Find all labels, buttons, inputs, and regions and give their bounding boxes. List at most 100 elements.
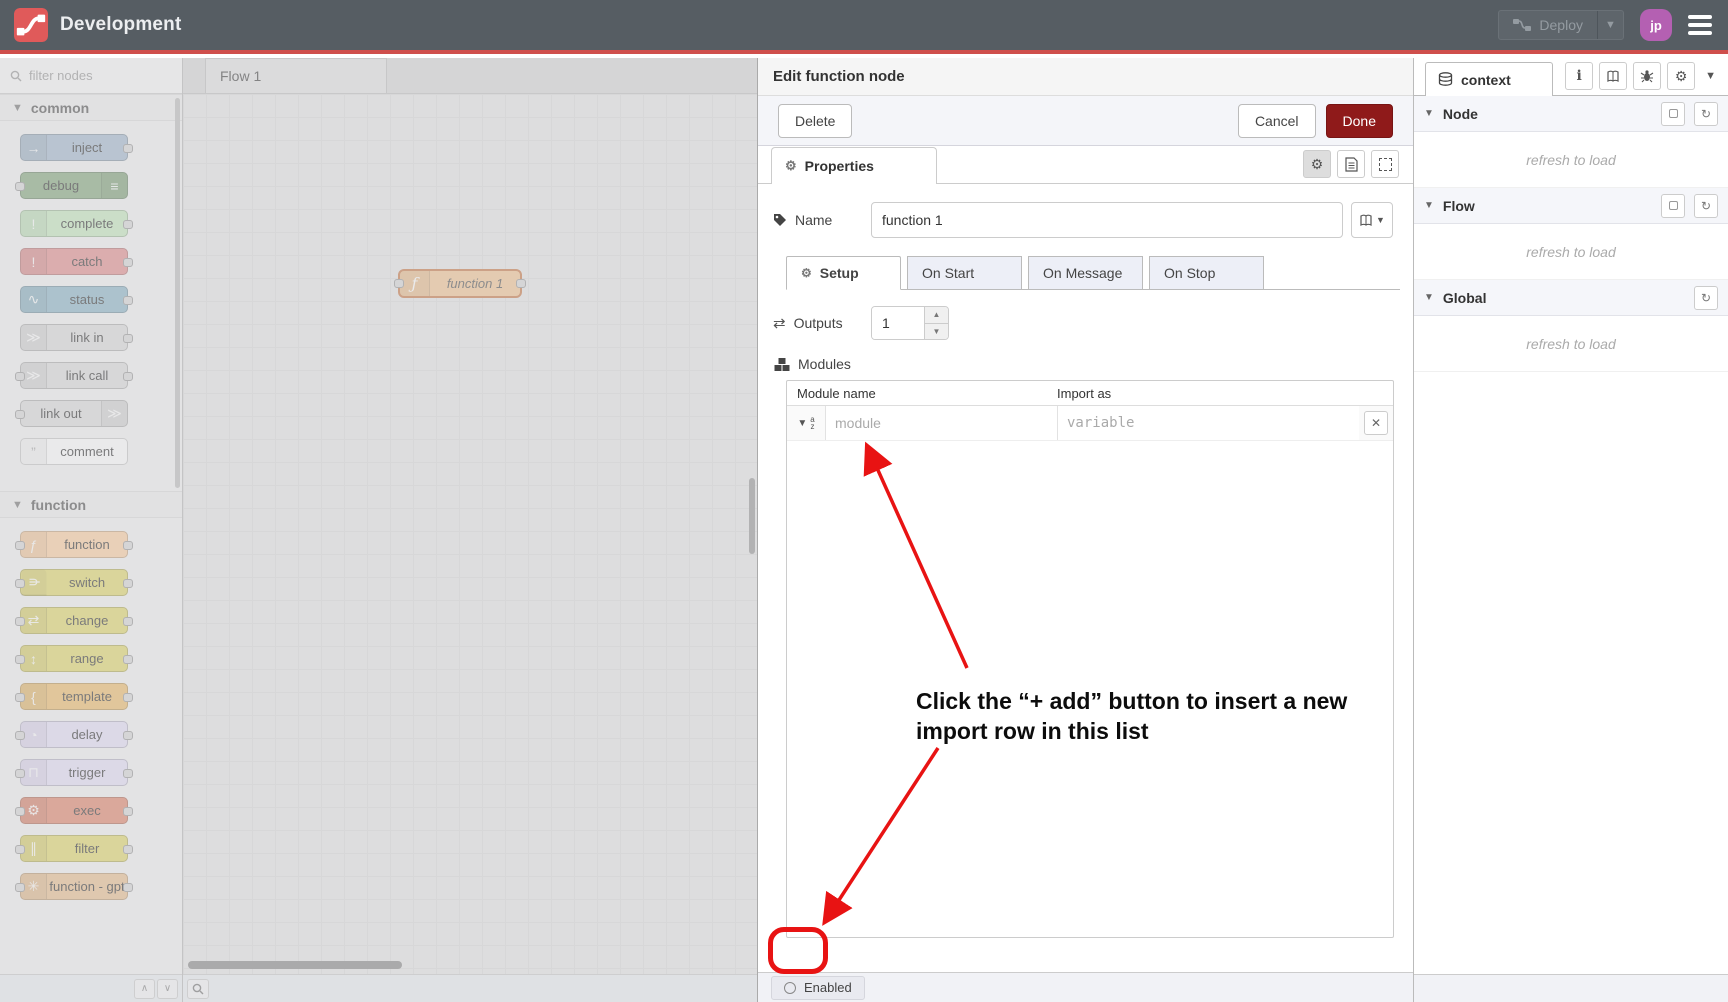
user-avatar[interactable]: jp <box>1640 9 1672 41</box>
stepper-up-button[interactable]: ▲ <box>925 307 948 324</box>
tray-title: Edit function node <box>758 58 1413 96</box>
palette-node-function-gpt[interactable]: ✳function - gpt <box>20 873 128 900</box>
refresh-icon[interactable]: ↻ <box>1694 286 1718 310</box>
flow-canvas[interactable]: Flow 1 ƒ function 1 <box>183 58 757 1002</box>
row-drag-handle[interactable]: ▼ az <box>787 406 825 440</box>
caret-down-icon: ▼ <box>797 418 807 429</box>
chevron-down-icon[interactable]: ▼ <box>1424 200 1434 211</box>
node-description-button[interactable] <box>1337 150 1365 178</box>
delete-button[interactable]: Delete <box>778 104 852 138</box>
palette-node-link-out[interactable]: ≫link out <box>20 400 128 427</box>
tab-on-start[interactable]: On Start <box>907 256 1022 290</box>
sort-az-icon: az <box>810 416 814 430</box>
outputs-row: ⇄ Outputs 1 ▲ ▼ <box>773 306 1393 340</box>
palette-node-complete[interactable]: !complete <box>20 210 128 237</box>
palette-node-function[interactable]: ƒfunction <box>20 531 128 558</box>
chevron-down-icon: ▼ <box>12 102 23 114</box>
tab-properties[interactable]: ⚙ Properties <box>771 147 937 184</box>
workspace-title: Development <box>60 14 182 36</box>
node-settings-button[interactable]: ⚙ <box>1303 150 1331 178</box>
tab-on-message[interactable]: On Message <box>1028 256 1143 290</box>
flow-context-placeholder: refresh to load <box>1414 224 1728 280</box>
node-port <box>123 769 133 778</box>
palette-node-catch[interactable]: !catch <box>20 248 128 275</box>
palette-node-link-in[interactable]: ≫link in <box>20 324 128 351</box>
palette-node-comment[interactable]: ”comment <box>20 438 128 465</box>
debug-list-icon: ≡ <box>101 173 127 198</box>
palette-node-trigger[interactable]: ⊓trigger <box>20 759 128 786</box>
node-port <box>123 845 133 854</box>
chevron-down-icon[interactable]: ▼ <box>1424 108 1434 119</box>
palette-node-range[interactable]: ↕range <box>20 645 128 672</box>
palette-node-debug[interactable]: ≡debug <box>20 172 128 199</box>
info-icon: i <box>1576 68 1581 84</box>
node-port <box>123 655 133 664</box>
tab-flow-1[interactable]: Flow 1 <box>205 58 387 93</box>
palette-node-template[interactable]: {template <box>20 683 128 710</box>
canvas-search-button[interactable] <box>187 979 209 999</box>
context-section-node: ▼ Node ↻ refresh to load <box>1414 96 1728 188</box>
node-port <box>15 617 25 626</box>
tab-on-stop[interactable]: On Stop <box>1149 256 1264 290</box>
label-type-button[interactable]: ▼ <box>1351 202 1393 238</box>
outputs-stepper[interactable]: 1 ▲ ▼ <box>871 306 949 340</box>
node-appearance-button[interactable] <box>1371 150 1399 178</box>
palette-node-filter[interactable]: ∥filter <box>20 835 128 862</box>
select-node-button[interactable] <box>1661 102 1685 126</box>
node-port <box>15 579 25 588</box>
node-red-editor: Development Deploy ▼ jp filter nodes ▼co… <box>0 0 1728 1002</box>
canvas-grid[interactable] <box>183 94 757 974</box>
palette-node-delay[interactable]: ◔delay <box>20 721 128 748</box>
palette-node-link-call[interactable]: ≫link call <box>20 362 128 389</box>
node-input-port[interactable] <box>394 279 404 288</box>
edit-node-tray: Edit function node Delete Cancel Done ⚙ … <box>757 58 1413 1002</box>
expand-all-button[interactable]: ∨ <box>157 979 178 999</box>
remove-row-button[interactable]: ✕ <box>1364 411 1388 435</box>
deploy-button[interactable]: Deploy ▼ <box>1498 10 1624 40</box>
done-button[interactable]: Done <box>1326 104 1393 138</box>
node-port <box>15 182 25 191</box>
palette-category-function[interactable]: ▼function <box>0 491 182 518</box>
cancel-button[interactable]: Cancel <box>1238 104 1316 138</box>
deploy-options-caret[interactable]: ▼ <box>1597 11 1623 39</box>
node-context-placeholder: refresh to load <box>1414 132 1728 188</box>
palette-category-common[interactable]: ▼common <box>0 94 182 121</box>
stepper-down-button[interactable]: ▼ <box>925 324 948 340</box>
name-row: Name ▼ <box>773 202 1393 238</box>
sidebar-menu-caret[interactable]: ▼ <box>1705 70 1716 82</box>
tray-button-row: Delete Cancel Done <box>758 96 1413 146</box>
main-menu-button[interactable] <box>1688 15 1712 35</box>
palette-search-input[interactable]: filter nodes <box>0 58 182 94</box>
name-input[interactable] <box>871 202 1343 238</box>
collapse-all-button[interactable]: ∧ <box>134 979 155 999</box>
comment-icon: ” <box>21 439 47 464</box>
switch-icon: ⋔ <box>22 570 47 596</box>
debug-tab-button[interactable] <box>1633 62 1661 90</box>
node-port <box>15 807 25 816</box>
palette-node-inject[interactable]: →inject <box>20 134 128 161</box>
palette-node-status[interactable]: ∿status <box>20 286 128 313</box>
palette-node-change[interactable]: ⇄change <box>20 607 128 634</box>
help-tab-button[interactable] <box>1599 62 1627 90</box>
info-tab-button[interactable]: i <box>1565 62 1593 90</box>
palette-node-exec[interactable]: ⚙exec <box>20 797 128 824</box>
palette-scrollbar[interactable] <box>175 98 180 488</box>
palette-node-switch[interactable]: ⋔switch <box>20 569 128 596</box>
canvas-horizontal-scrollbar[interactable] <box>188 961 402 969</box>
import-as-input[interactable] <box>1057 406 1359 440</box>
node-output-port[interactable] <box>516 279 526 288</box>
tab-setup[interactable]: ⚙ Setup <box>786 256 901 290</box>
refresh-icon[interactable]: ↻ <box>1694 194 1718 218</box>
chevron-down-icon[interactable]: ▼ <box>1424 292 1434 303</box>
gear-icon: ⚙ <box>801 266 812 280</box>
module-name-input[interactable] <box>825 406 1057 440</box>
node-enabled-toggle[interactable]: Enabled <box>771 976 865 1000</box>
tray-resize-handle[interactable] <box>749 478 755 554</box>
deploy-icon <box>1513 18 1531 32</box>
cubes-icon <box>774 357 790 372</box>
select-flow-button[interactable] <box>1661 194 1685 218</box>
tab-context[interactable]: context <box>1425 62 1553 96</box>
canvas-node-function-1[interactable]: ƒ function 1 <box>398 269 522 298</box>
settings-tab-button[interactable]: ⚙ <box>1667 62 1695 90</box>
refresh-icon[interactable]: ↻ <box>1694 102 1718 126</box>
